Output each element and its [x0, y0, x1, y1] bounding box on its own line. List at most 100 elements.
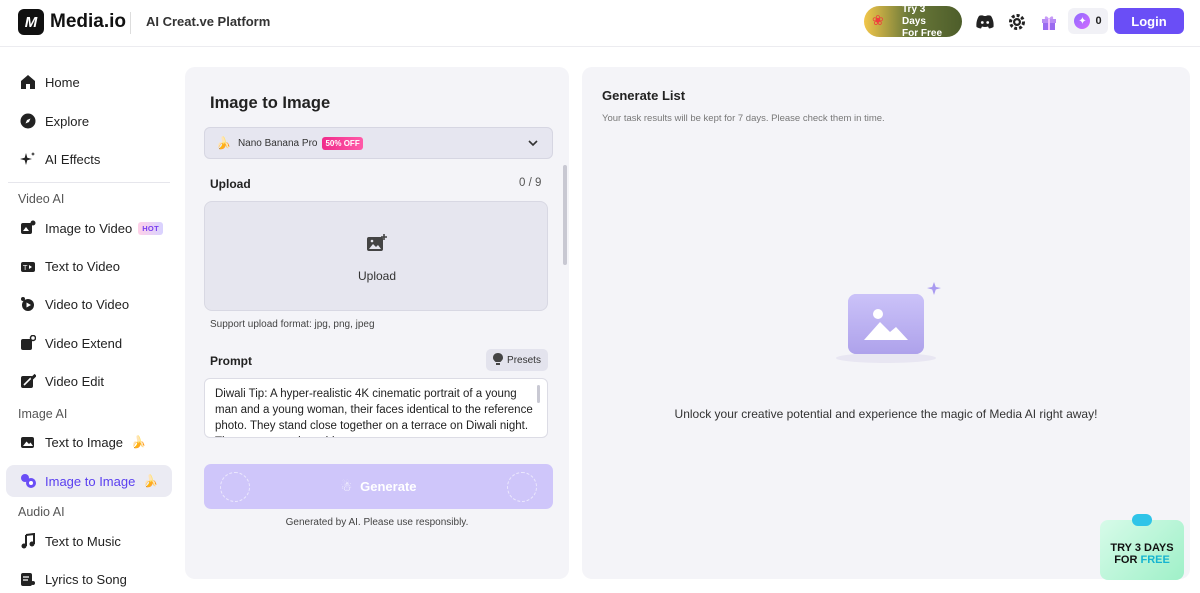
video-edit-icon	[19, 372, 37, 390]
gift-bow-icon	[1132, 514, 1152, 526]
sidebar-item-text-to-video[interactable]: T Text to Video	[6, 250, 172, 282]
sidebar-item-label: Video Edit	[45, 373, 105, 389]
sidebar-divider	[8, 182, 170, 183]
sidebar-item-image-to-image[interactable]: Image to Image 🍌	[6, 465, 172, 497]
discord-icon[interactable]	[975, 12, 995, 32]
sidebar-item-label: Image to Image	[45, 473, 136, 489]
upload-count: 0 / 9	[519, 177, 542, 189]
banana-icon: 🍌	[216, 136, 231, 150]
logo[interactable]: M Media.io	[18, 9, 126, 35]
prompt-label: Prompt	[210, 354, 252, 368]
sidebar-item-label: Text to Image	[45, 434, 124, 450]
banana-icon: 🍌	[131, 435, 146, 449]
upload-format-hint: Support upload format: jpg, png, jpeg	[210, 319, 375, 330]
sidebar-item-label: Video to Video	[45, 296, 130, 312]
add-image-icon	[367, 234, 387, 257]
gift-box-icon[interactable]	[1039, 12, 1059, 32]
generate-label: Generate	[360, 479, 417, 494]
credit-sparkle-icon: ✦	[1074, 13, 1091, 29]
sidebar-item-video-extend[interactable]: Video Extend	[6, 327, 172, 359]
login-button[interactable]: Login	[1114, 8, 1184, 34]
sparkle-icon	[220, 472, 250, 502]
platform-label: AI Creat.ve Platform	[146, 14, 271, 29]
sidebar-section-image: Image AI	[18, 407, 68, 421]
sidebar-item-image-to-video[interactable]: Image to Video HOT	[6, 212, 172, 244]
logo-text: Media.io	[50, 11, 127, 32]
generate-list-title: Generate List	[602, 88, 686, 103]
sidebar-item-ai-effects[interactable]: AI Effects	[6, 143, 172, 175]
promo-line-1: TRY 3 DAYS	[1110, 542, 1174, 554]
sidebar-item-text-to-music[interactable]: Text to Music	[6, 525, 172, 557]
video-extend-icon	[19, 334, 37, 352]
banana-icon: 🍌	[143, 474, 159, 488]
promo-free: FREE	[1140, 554, 1170, 566]
upload-label: Upload	[210, 177, 251, 191]
sidebar-item-video-edit[interactable]: Video Edit	[6, 365, 172, 397]
header-divider	[130, 12, 131, 34]
gift-icon: ❀	[872, 12, 884, 28]
model-name: Nano Banana Pro	[237, 137, 318, 149]
sidebar-item-label: Image to Video	[45, 220, 133, 236]
sidebar-item-label: Text to Video	[45, 258, 120, 274]
lightbulb-icon	[493, 352, 504, 368]
sidebar-section-video: Video AI	[18, 192, 65, 206]
sidebar-item-explore[interactable]: Explore	[6, 105, 172, 137]
sidebar-item-label: Explore	[45, 113, 90, 129]
empty-state-message: Unlock your creative potential and exper…	[674, 407, 1098, 421]
upload-dropzone[interactable]: Upload	[204, 201, 548, 311]
settings-icon[interactable]	[1007, 12, 1027, 32]
upload-button-label: Upload	[357, 269, 397, 283]
compass-icon	[19, 112, 37, 130]
promo-for: FOR	[1114, 554, 1141, 566]
text-video-icon: T	[19, 257, 37, 275]
sidebar-item-label: Text to Music	[45, 533, 121, 549]
video-swap-icon	[19, 295, 37, 313]
generate-list-subtitle: Your task results will be kept for 7 day…	[602, 113, 885, 124]
trial-line-2: For Free	[902, 27, 943, 39]
sidebar-section-audio: Audio AI	[18, 505, 65, 519]
music-note-icon	[19, 532, 37, 550]
svg-text:T: T	[22, 264, 28, 272]
image-to-image-panel: Image to Image 🍌 Nano Banana Pro 50% OFF…	[185, 67, 569, 579]
sidebar-item-label: AI Effects	[45, 151, 101, 167]
prompt-scrollbar[interactable]	[537, 385, 540, 403]
credits-value: 0	[1095, 15, 1102, 27]
sidebar-item-home[interactable]: Home	[6, 66, 172, 98]
image-image-icon	[19, 472, 37, 490]
image-video-icon	[19, 219, 37, 237]
generate-list-panel: Generate List Your task results will be …	[582, 67, 1190, 579]
prompt-textarea[interactable]: Diwali Tip: A hyper-realistic 4K cinemat…	[204, 378, 548, 438]
prompt-text: Diwali Tip: A hyper-realistic 4K cinemat…	[215, 388, 533, 437]
ai-disclaimer: Generated by AI. Please use responsibly.	[285, 517, 469, 528]
promo-line-2: FOR FREE	[1114, 554, 1170, 566]
trial-line-1: Try 3 Days	[902, 3, 926, 27]
sidebar-item-label: Home	[45, 74, 80, 90]
sidebar-item-label: Video Extend	[45, 335, 123, 351]
snowman-icon: ☃	[340, 478, 353, 494]
generate-button[interactable]: ☃ Generate	[204, 464, 553, 509]
panel-title: Image to Image	[210, 94, 331, 112]
sidebar-item-label: Lyrics to Song	[45, 571, 127, 587]
sidebar-item-video-to-video[interactable]: Video to Video	[6, 288, 172, 320]
discount-badge: 50% OFF	[322, 136, 363, 150]
panel-scrollbar[interactable]	[563, 165, 567, 265]
chevron-down-icon	[527, 137, 539, 152]
presets-label: Presets	[507, 354, 541, 366]
sidebar-item-lyrics-to-song[interactable]: Lyrics to Song	[6, 563, 172, 593]
sidebar-item-text-to-image[interactable]: Text to Image 🍌	[6, 426, 172, 458]
credits-counter[interactable]: ✦ 0	[1068, 8, 1108, 34]
lyrics-icon	[19, 570, 37, 588]
try-free-badge[interactable]: ❀ Try 3 Days For Free	[864, 3, 962, 39]
presets-button[interactable]: Presets	[486, 349, 548, 371]
text-image-icon	[19, 433, 37, 451]
sidebar: Home Explore AI Effects Video AI Image t…	[0, 48, 182, 593]
sparkle-icon	[507, 472, 537, 502]
logo-mark: M	[18, 9, 44, 35]
home-icon	[19, 73, 37, 91]
try-free-promo[interactable]: TRY 3 DAYS FOR FREE	[1100, 514, 1184, 580]
model-select[interactable]: 🍌 Nano Banana Pro 50% OFF	[204, 127, 553, 159]
empty-image-illustration-icon	[836, 282, 941, 363]
sparkle-icon	[19, 150, 37, 168]
top-header: M Media.io AI Creat.ve Platform ❀ Try 3 …	[0, 0, 1200, 47]
hot-badge: HOT	[138, 221, 163, 235]
